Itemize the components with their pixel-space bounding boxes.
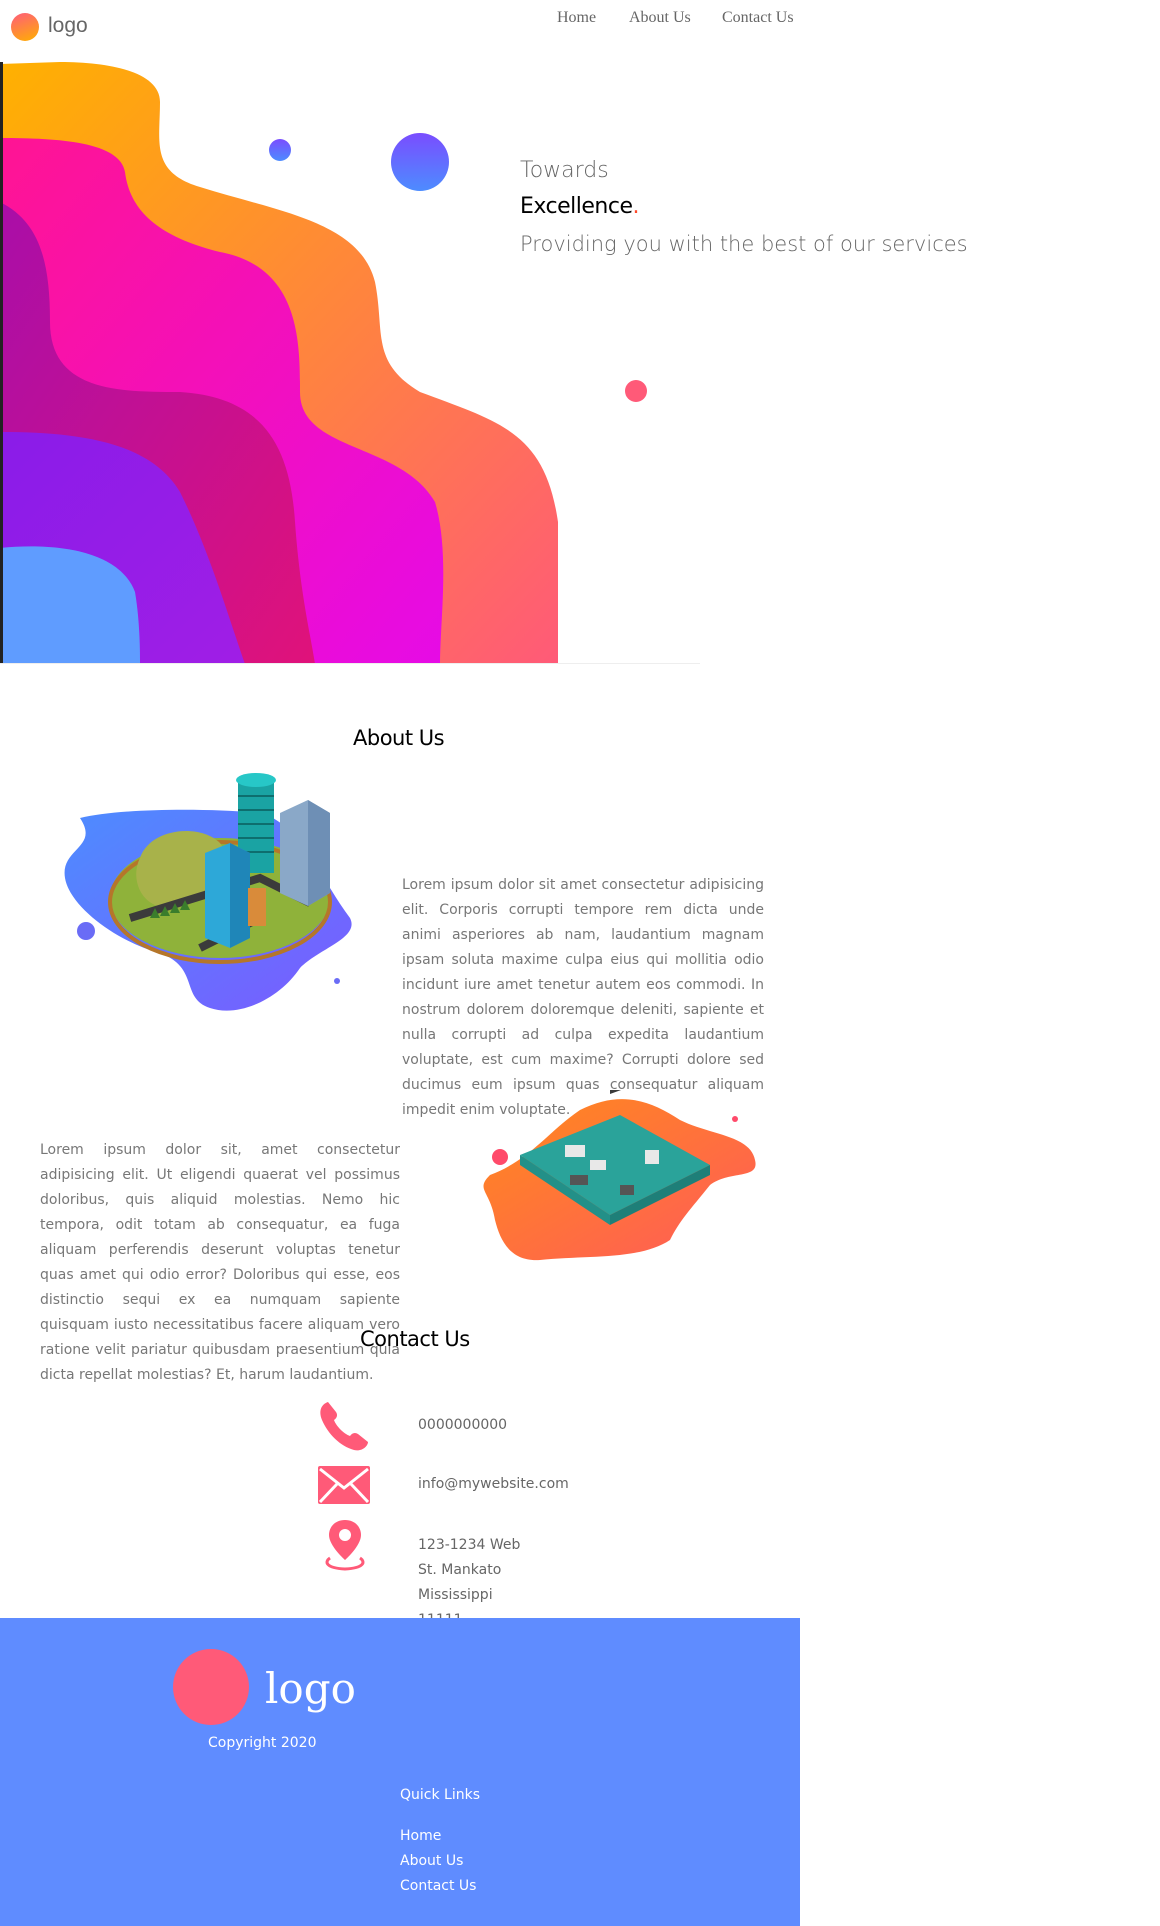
address-line-2: St. Mankato (418, 1562, 502, 1578)
footer-copyright: Copyright 2020 (208, 1735, 317, 1751)
about-paragraph-1: Lorem ipsum dolor sit amet consectetur a… (402, 877, 764, 1118)
hero-wave-illustration (0, 62, 647, 664)
contact-address: 123-1234 Web St. Mankato Mississippi 111… (418, 1533, 520, 1619)
logo-text[interactable]: logo (48, 14, 88, 38)
footer-logo-mark (173, 1649, 249, 1725)
address-line-1: 123-1234 Web (418, 1537, 521, 1553)
contact-phone[interactable]: 0000000000 (418, 1417, 507, 1433)
about-paragraph-2: Lorem ipsum dolor sit, amet consectetur … (40, 1142, 400, 1383)
location-pin-icon (325, 1520, 365, 1571)
address-line-3: Mississippi (418, 1587, 493, 1603)
contact-email[interactable]: info@mywebsite.com (418, 1476, 569, 1492)
circuit-board-illustration (483, 1090, 756, 1261)
footer-link-about-us[interactable]: About Us (400, 1853, 463, 1869)
contact-title: Contact Us (360, 1327, 470, 1351)
hero-line-excellence: Excellence. (520, 194, 639, 219)
nav-contact-us[interactable]: Contact Us (722, 9, 794, 27)
nav-home[interactable]: Home (557, 9, 596, 27)
hero-line-towards: Towards (520, 158, 609, 183)
nav-about-us[interactable]: About Us (629, 9, 691, 27)
footer-link-home[interactable]: Home (400, 1828, 441, 1844)
footer-link-contact-us[interactable]: Contact Us (400, 1878, 476, 1894)
footer-quick-links-title: Quick Links (400, 1787, 481, 1803)
about-title: About Us (353, 726, 445, 750)
city-buildings-illustration (64, 773, 352, 1011)
hero-divider (0, 663, 700, 664)
footer-logo-text[interactable]: logo (265, 1664, 356, 1713)
mail-icon (318, 1466, 370, 1504)
logo-mark (11, 13, 39, 41)
hero-tagline: Providing you with the best of our servi… (520, 232, 968, 256)
hero-accent-dot: . (632, 194, 640, 219)
phone-icon (320, 1402, 368, 1451)
